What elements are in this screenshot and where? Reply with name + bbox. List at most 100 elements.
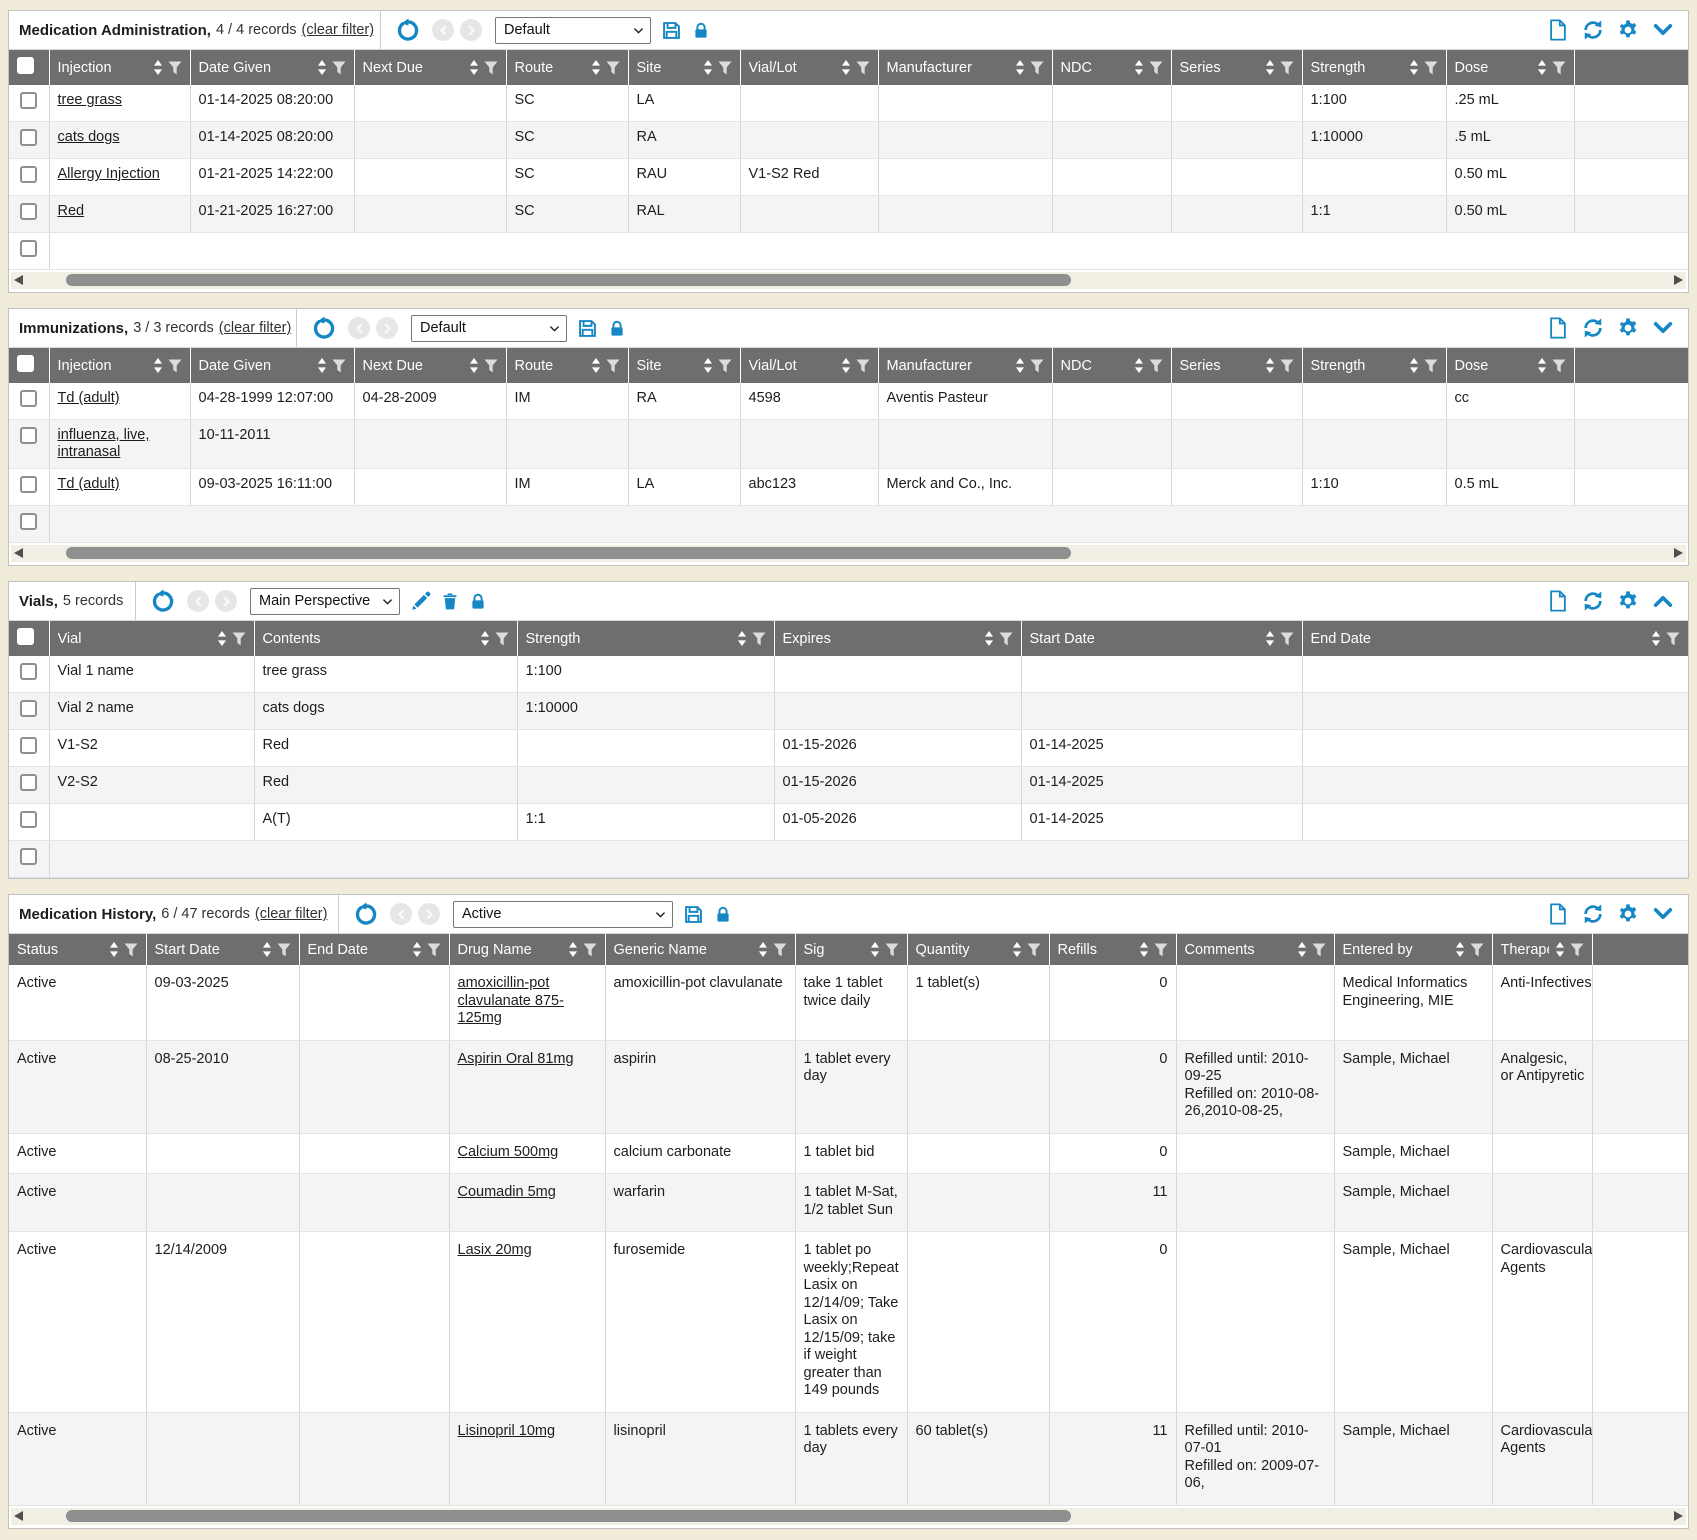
column-header-site[interactable]: Site [628,348,740,383]
scrollbar-thumb[interactable] [66,1510,1071,1522]
scroll-right-arrow-icon[interactable] [1674,1511,1683,1521]
column-header-end-date[interactable]: End Date [299,934,449,965]
filter-icon[interactable] [1154,943,1168,957]
filter-icon[interactable] [332,61,346,75]
column-header-dose[interactable]: Dose [1446,348,1574,383]
scroll-left-arrow-icon[interactable] [14,548,23,558]
row-checkbox[interactable] [20,129,37,146]
sort-icon[interactable] [469,358,479,373]
filter-icon[interactable] [1312,943,1326,957]
perspective-select[interactable]: Main Perspective [250,588,400,615]
next-page-button[interactable] [460,19,482,41]
undo-icon[interactable] [311,316,336,341]
scrollbar-thumb[interactable] [66,274,1071,286]
column-header-route[interactable]: Route [506,50,628,85]
sort-icon[interactable] [317,358,327,373]
filter-icon[interactable] [1280,359,1294,373]
sort-icon[interactable] [841,60,851,75]
column-header-date-given[interactable]: Date Given [190,50,354,85]
column-header-next-due[interactable]: Next Due [354,348,506,383]
record-link[interactable]: influenza, live, intranasal [58,427,150,460]
sort-icon[interactable] [1139,942,1149,957]
horizontal-scrollbar[interactable] [11,1508,1686,1525]
column-header-comments[interactable]: Comments [1176,934,1334,965]
select-all-checkbox[interactable] [17,628,34,645]
column-header-start-date[interactable]: Start Date [146,934,299,965]
filter-icon[interactable] [606,61,620,75]
sort-icon[interactable] [1651,631,1661,646]
sort-icon[interactable] [317,60,327,75]
perspective-select[interactable]: Default [495,17,651,44]
record-link[interactable]: Calcium 500mg [458,1144,559,1160]
record-link[interactable]: Lasix 20mg [458,1242,532,1258]
select-all-checkbox[interactable] [17,355,34,372]
sort-icon[interactable] [480,631,490,646]
record-link[interactable]: Red [58,203,85,219]
refresh-icon[interactable] [1582,590,1604,612]
collapse-chevron-icon[interactable] [1652,903,1674,925]
column-header-strength[interactable]: Strength [1302,348,1446,383]
filter-icon[interactable] [718,359,732,373]
sort-icon[interactable] [1409,60,1419,75]
filter-icon[interactable] [1149,359,1163,373]
row-checkbox[interactable] [20,811,37,828]
row-checkbox[interactable] [20,203,37,220]
sort-icon[interactable] [1265,358,1275,373]
clear-filter-link[interactable]: (clear filter) [255,906,328,922]
filter-icon[interactable] [124,943,138,957]
filter-icon[interactable] [332,359,346,373]
undo-icon[interactable] [150,589,175,614]
sort-icon[interactable] [109,942,119,957]
column-header-end-date[interactable]: End Date [1302,621,1688,656]
next-page-button[interactable] [215,590,237,612]
filter-icon[interactable] [495,632,509,646]
column-header-date-given[interactable]: Date Given [190,348,354,383]
lock-icon[interactable] [714,904,732,925]
record-link[interactable]: Td (adult) [58,476,120,492]
filter-icon[interactable] [232,632,246,646]
gear-icon[interactable] [1617,317,1639,339]
sort-icon[interactable] [1409,358,1419,373]
new-document-icon[interactable] [1547,317,1569,339]
column-header-generic-name[interactable]: Generic Name [605,934,795,965]
column-header-site[interactable]: Site [628,50,740,85]
filter-icon[interactable] [856,359,870,373]
sort-icon[interactable] [591,60,601,75]
horizontal-scrollbar[interactable] [11,272,1686,289]
filter-icon[interactable] [752,632,766,646]
sort-icon[interactable] [1537,60,1547,75]
sort-icon[interactable] [469,60,479,75]
row-checkbox[interactable] [20,774,37,791]
prev-page-button[interactable] [348,317,370,339]
record-link[interactable]: amoxicillin-pot clavulanate 875-125mg [458,975,564,1026]
edit-pencil-icon[interactable] [410,591,431,612]
row-checkbox[interactable] [20,240,37,257]
sort-icon[interactable] [703,60,713,75]
prev-page-button[interactable] [432,19,454,41]
column-header-therapeutic[interactable]: Therapeutic [1492,934,1592,965]
scroll-right-arrow-icon[interactable] [1674,548,1683,558]
sort-icon[interactable] [984,631,994,646]
filter-icon[interactable] [1552,359,1566,373]
sort-icon[interactable] [591,358,601,373]
record-link[interactable]: Aspirin Oral 81mg [458,1051,574,1067]
row-checkbox[interactable] [20,737,37,754]
filter-icon[interactable] [773,943,787,957]
sort-icon[interactable] [841,358,851,373]
sort-icon[interactable] [1455,942,1465,957]
column-header-next-due[interactable]: Next Due [354,50,506,85]
gear-icon[interactable] [1617,903,1639,925]
filter-icon[interactable] [856,61,870,75]
record-link[interactable]: Coumadin 5mg [458,1184,556,1200]
filter-icon[interactable] [1027,943,1041,957]
collapse-chevron-icon[interactable] [1652,19,1674,41]
collapse-chevron-icon[interactable] [1652,590,1674,612]
column-header-vial-lot[interactable]: Vial/Lot [740,50,878,85]
column-header-start-date[interactable]: Start Date [1021,621,1302,656]
filter-icon[interactable] [606,359,620,373]
filter-icon[interactable] [583,943,597,957]
sort-icon[interactable] [737,631,747,646]
sort-icon[interactable] [153,60,163,75]
column-header-drug-name[interactable]: Drug Name [449,934,605,965]
sort-icon[interactable] [412,942,422,957]
